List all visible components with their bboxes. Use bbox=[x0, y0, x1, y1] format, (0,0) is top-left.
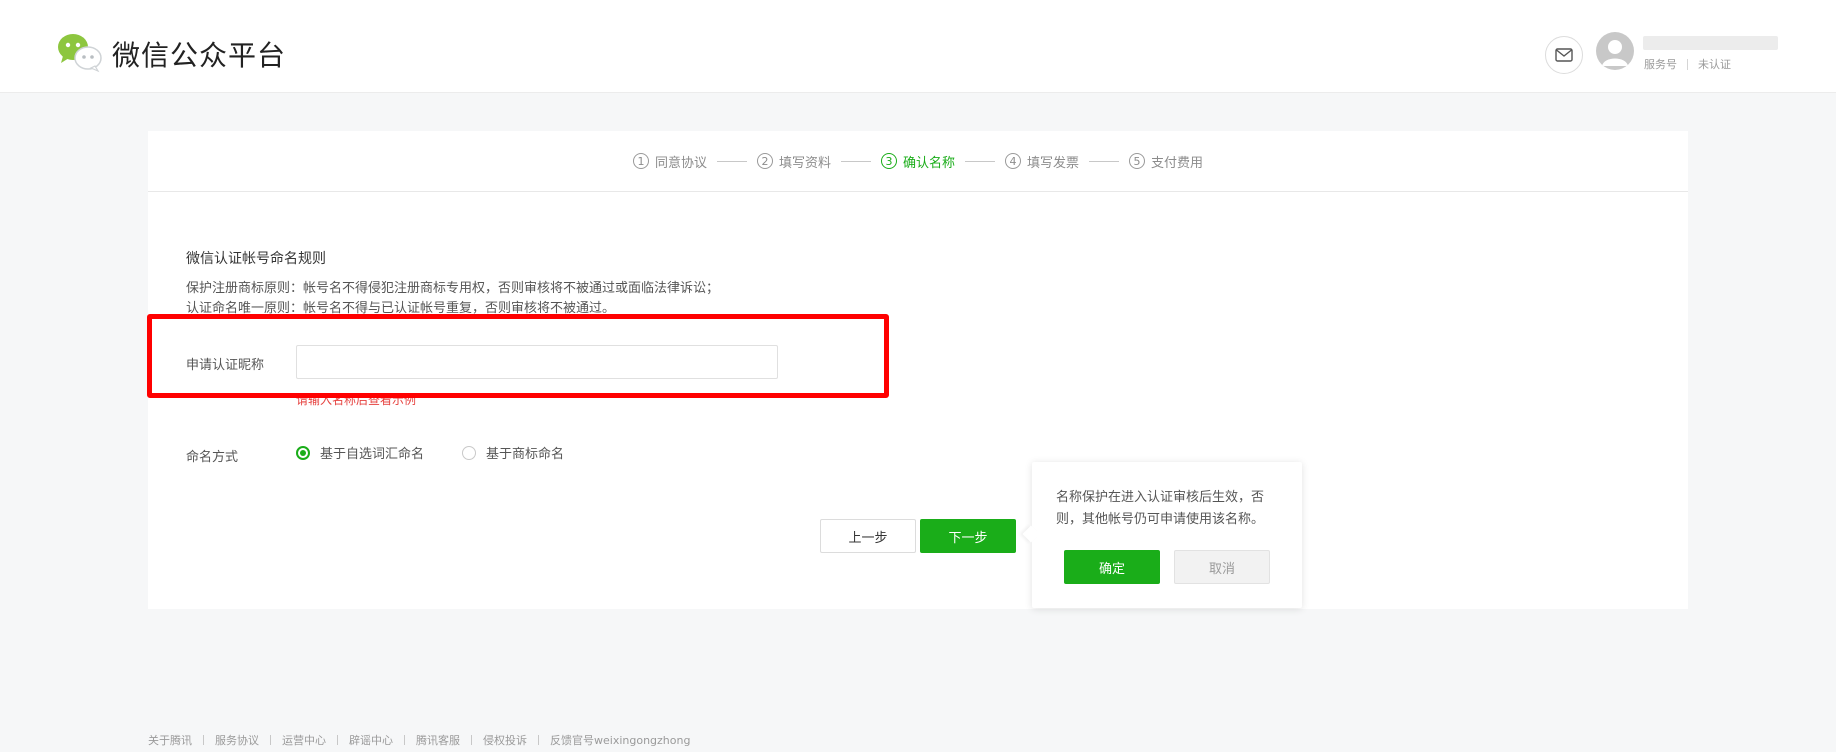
step-connector bbox=[840, 160, 871, 162]
step-connector bbox=[965, 160, 995, 162]
radio-label: 基于商标命名 bbox=[486, 447, 565, 462]
footer-link-about[interactable]: 关于腾讯 bbox=[148, 732, 192, 748]
divider bbox=[337, 735, 338, 745]
footer-links: 关于腾讯 服务协议 运营中心 辟谣中心 腾讯客服 侵权投诉 反馈官号weixin… bbox=[148, 732, 690, 748]
footer-link-rumor-center[interactable]: 辟谣中心 bbox=[349, 732, 393, 748]
popover-message: 名称保护在进入认证审核后生效，否则，其他帐号仍可申请使用该名称。 bbox=[1056, 490, 1265, 527]
radio-label: 基于自选词汇命名 bbox=[320, 447, 425, 462]
footer-link-infringement[interactable]: 侵权投诉 bbox=[483, 732, 527, 748]
radio-custom-words[interactable]: 基于自选词汇命名 bbox=[296, 443, 424, 462]
main-card: 1 同意协议 2 填写资料 3 确认名称 4 填写发票 5 支付费用 微信认证帐… bbox=[148, 131, 1688, 609]
account-name-redacted bbox=[1643, 36, 1778, 50]
next-step-button[interactable]: 下一步 bbox=[920, 519, 1016, 553]
footer-link-operation-center[interactable]: 运营中心 bbox=[282, 732, 326, 748]
step-1: 1 同意协议 bbox=[632, 152, 707, 171]
radio-checked-icon[interactable] bbox=[296, 445, 310, 460]
step-label: 支付费用 bbox=[1151, 155, 1204, 171]
account-meta: 服务号 未认证 bbox=[1644, 56, 1731, 72]
step-connector bbox=[1089, 160, 1120, 162]
step-label: 填写资料 bbox=[778, 155, 831, 171]
step-connector bbox=[716, 160, 747, 162]
step-label: 填写发票 bbox=[1027, 155, 1080, 171]
step-number: 5 bbox=[1129, 153, 1146, 169]
step-number: 1 bbox=[632, 153, 649, 169]
footer-link-feedback[interactable]: 反馈官号weixingongzhong bbox=[550, 732, 690, 748]
rule-unique: 认证命名唯一原则：帐号名不得与已认证帐号重复，否则审核将不被通过。 bbox=[186, 301, 616, 316]
nickname-label: 申请认证昵称 bbox=[186, 358, 265, 373]
divider bbox=[538, 735, 539, 745]
footer-link-customer-service[interactable]: 腾讯客服 bbox=[416, 732, 460, 748]
confirm-popover: 名称保护在进入认证审核后生效，否则，其他帐号仍可申请使用该名称。 确定 取消 bbox=[1032, 462, 1302, 608]
popover-cancel-button[interactable]: 取消 bbox=[1174, 550, 1270, 584]
avatar[interactable] bbox=[1596, 32, 1634, 70]
account-type: 服务号 bbox=[1644, 58, 1677, 71]
divider bbox=[203, 735, 204, 745]
popover-confirm-button[interactable]: 确定 bbox=[1064, 550, 1160, 584]
step-4: 4 填写发票 bbox=[1005, 152, 1079, 171]
top-bar: 微信公众平台 服务号 未认证 bbox=[0, 0, 1836, 93]
platform-title[interactable]: 微信公众平台 bbox=[112, 34, 286, 74]
step-number: 2 bbox=[756, 153, 773, 169]
step-2: 2 填写资料 bbox=[756, 152, 831, 171]
footer-link-service-agreement[interactable]: 服务协议 bbox=[215, 732, 259, 748]
divider bbox=[1687, 58, 1688, 70]
rule-trademark: 保护注册商标原则：帐号名不得侵犯注册商标专用权，否则审核将不被通过或面临法律诉讼… bbox=[186, 281, 720, 296]
prev-step-button[interactable]: 上一步 bbox=[820, 519, 916, 553]
step-number: 4 bbox=[1005, 153, 1021, 169]
nickname-hint: 请输入名称后查看示例 bbox=[296, 393, 417, 407]
step-label: 确认名称 bbox=[902, 155, 955, 171]
divider bbox=[471, 735, 472, 745]
naming-method-label: 命名方式 bbox=[186, 450, 239, 465]
radio-trademark[interactable]: 基于商标命名 bbox=[462, 443, 564, 462]
divider bbox=[270, 735, 271, 745]
divider bbox=[404, 735, 405, 745]
mail-icon[interactable] bbox=[1545, 36, 1583, 74]
naming-rules-title: 微信认证帐号命名规则 bbox=[186, 251, 326, 267]
progress-steps: 1 同意协议 2 填写资料 3 确认名称 4 填写发票 5 支付费用 bbox=[148, 131, 1688, 192]
nickname-input[interactable] bbox=[296, 345, 778, 379]
verify-status: 未认证 bbox=[1698, 58, 1731, 71]
step-number: 3 bbox=[880, 153, 897, 169]
radio-unchecked-icon[interactable] bbox=[462, 445, 476, 460]
step-5: 5 支付费用 bbox=[1129, 152, 1203, 171]
wechat-logo-icon[interactable] bbox=[55, 30, 105, 74]
step-3-current: 3 确认名称 bbox=[880, 152, 955, 171]
step-label: 同意协议 bbox=[654, 155, 707, 171]
